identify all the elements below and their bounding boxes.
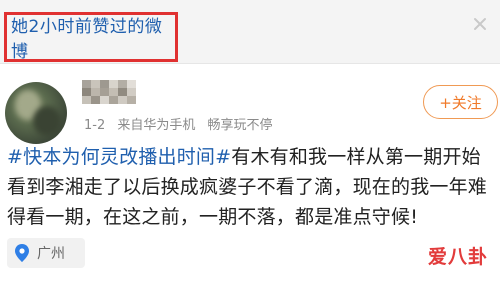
post-client-tail[interactable]: 畅享玩不停	[208, 118, 273, 133]
topic-link[interactable]: #快本为何灵改播出时间#	[7, 146, 231, 168]
post-header: 她2小时前赞过的微博	[0, 0, 500, 64]
post-date: 1-2	[84, 118, 106, 133]
watermark-text: 爱八卦	[427, 245, 488, 268]
avatar[interactable]	[5, 82, 67, 144]
liked-timestamp-label: 她2小时前赞过的微博	[11, 17, 163, 62]
username-blurred[interactable]	[82, 80, 136, 104]
liked-timestamp-highlight: 她2小时前赞过的微博	[4, 12, 178, 62]
map-pin-icon	[15, 244, 29, 262]
post-meta: 1-2 来自华为手机 畅享玩不停	[84, 114, 273, 133]
post-content: #快本为何灵改播出时间#有木有和我一样从第一期开始看到李湘走了以后换成疯婆子不看…	[7, 142, 497, 232]
close-icon[interactable]	[472, 16, 488, 32]
post-client[interactable]: 来自华为手机	[117, 118, 195, 133]
location-label: 广州	[37, 246, 65, 262]
watermark-logo: 爱八卦	[422, 238, 494, 272]
location-tag[interactable]: 广州	[7, 238, 85, 268]
follow-button[interactable]: +关注	[423, 85, 498, 119]
